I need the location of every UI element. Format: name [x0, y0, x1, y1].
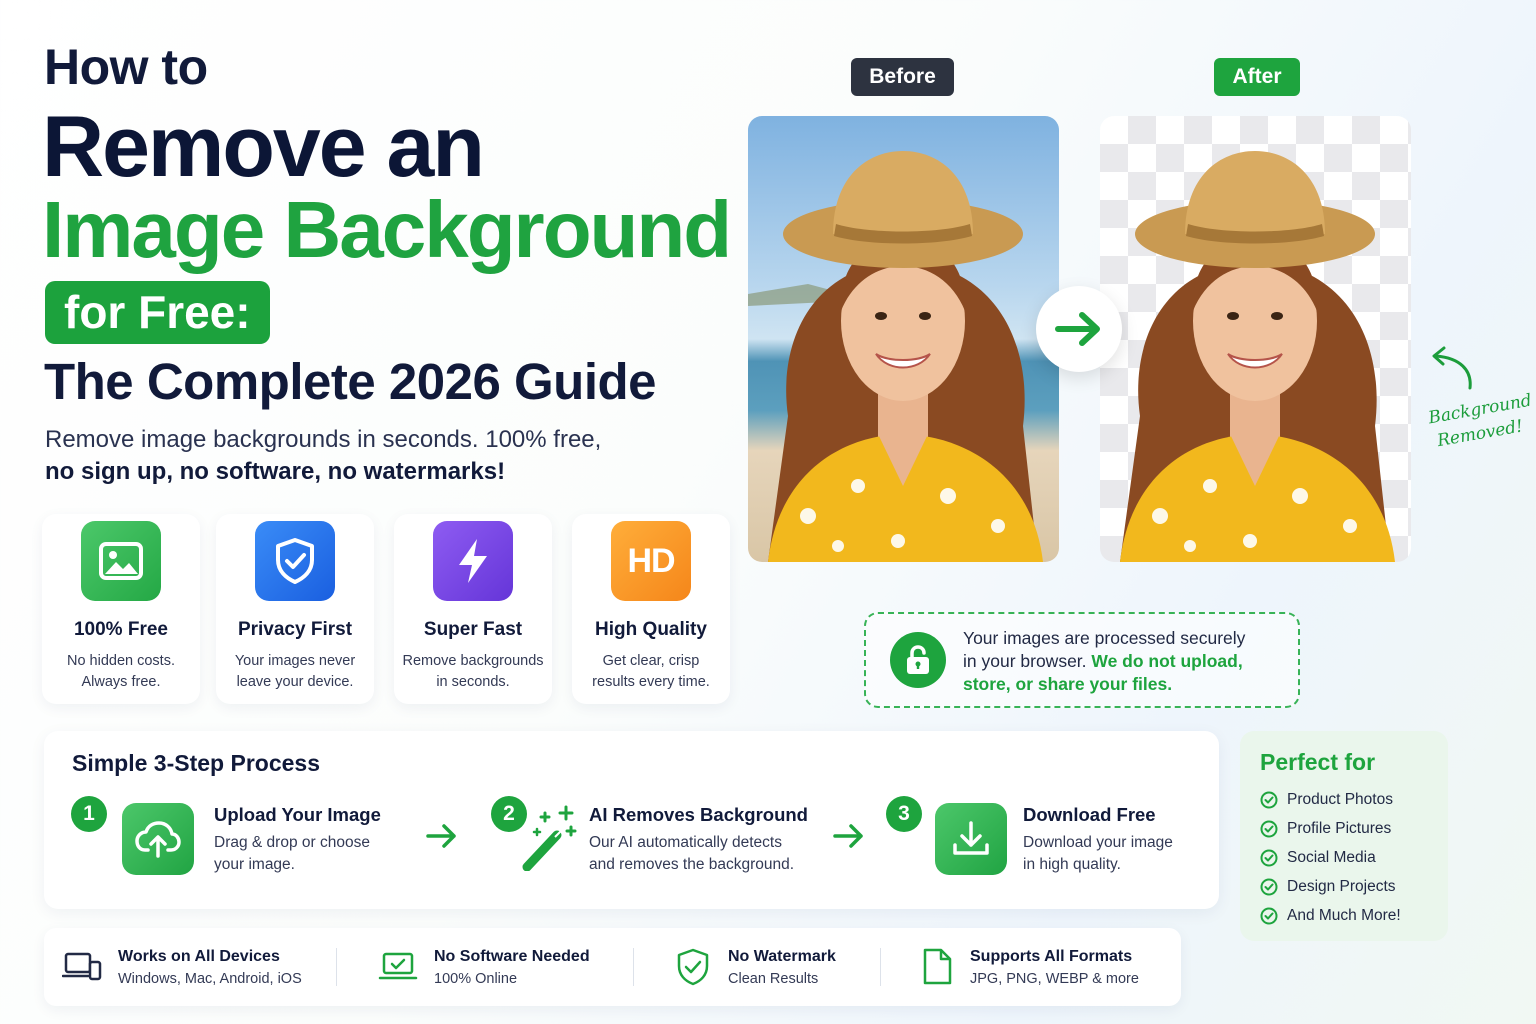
background-removed-annotation: Background Removed!	[1426, 390, 1534, 452]
list-item: Product Photos	[1260, 786, 1401, 815]
feature-card-privacy: Privacy First Your images never leave you…	[216, 514, 374, 704]
steps-panel: Simple 3-Step Process 1 Upload Your Imag…	[44, 731, 1219, 909]
feature-title: High Quality	[595, 619, 707, 640]
benefit-item: Works on All Devices Windows, Mac, Androi…	[62, 928, 302, 1006]
lightning-icon	[433, 521, 513, 601]
feature-desc: Remove backgrounds in seconds.	[402, 653, 544, 690]
check-circle-icon	[1260, 820, 1278, 838]
arrow-right-icon	[833, 824, 863, 848]
step-title: AI Removes Background	[589, 804, 808, 825]
perfect-for-title: Perfect for	[1260, 749, 1376, 775]
step-desc: Drag & drop or choose your image.	[214, 834, 370, 873]
headline-line-5: The Complete 2026 Guide	[44, 353, 657, 410]
headline-line-3: Image Background	[42, 185, 732, 274]
steps-title: Simple 3-Step Process	[72, 750, 320, 776]
list-item: And Much More!	[1260, 901, 1401, 930]
secure-note: Your images are processed securely in yo…	[864, 612, 1300, 708]
headline-line-1: How to	[44, 39, 208, 95]
perfect-for-list: Product Photos Profile Pictures Social M…	[1260, 786, 1401, 930]
feature-desc: No hidden costs. Always free.	[66, 653, 175, 690]
feature-desc: Get clear, crisp results every time.	[592, 653, 710, 690]
file-icon	[923, 948, 952, 985]
step-title: Download Free	[1023, 804, 1156, 825]
shield-check-icon	[255, 521, 335, 601]
arrow-right-icon	[1036, 286, 1122, 372]
list-item: Design Projects	[1260, 872, 1401, 901]
perfect-for-panel: Perfect for Product Photos Profile Pictu…	[1240, 731, 1448, 941]
download-icon	[935, 803, 1007, 875]
hd-icon: HD	[611, 521, 691, 601]
list-item: Profile Pictures	[1260, 815, 1401, 844]
shield-check-icon	[677, 948, 709, 986]
after-photo	[1100, 116, 1411, 562]
feature-title: Privacy First	[237, 619, 353, 640]
devices-icon	[62, 952, 102, 981]
benefits-bar: Works on All Devices Windows, Mac, Androi…	[44, 928, 1181, 1006]
headline-line-2: Remove an	[42, 99, 485, 195]
check-circle-icon	[1260, 849, 1278, 867]
laptop-check-icon	[378, 952, 418, 980]
secure-note-text: Your images are processed securely in yo…	[963, 628, 1246, 694]
benefit-item: No Software Needed 100% Online	[378, 928, 590, 1006]
headline-free-badge: for Free:	[45, 281, 270, 344]
curved-arrow-icon	[1432, 346, 1472, 390]
image-icon	[81, 521, 161, 601]
feature-card-free: 100% Free No hidden costs. Always free.	[42, 514, 200, 704]
step-desc: Our AI automatically detects and removes …	[589, 834, 795, 873]
benefit-item: Supports All Formats JPG, PNG, WEBP & mor…	[920, 928, 1139, 1006]
before-label: Before	[851, 58, 954, 96]
step-title: Upload Your Image	[214, 804, 381, 825]
feature-title: Super Fast	[423, 619, 523, 640]
list-item: Social Media	[1260, 844, 1401, 873]
cloud-upload-icon	[122, 803, 194, 875]
check-circle-icon	[1260, 878, 1278, 896]
step-desc: Download your image in high quality.	[1023, 834, 1173, 873]
check-circle-icon	[1260, 791, 1278, 809]
step-number: 3	[886, 796, 922, 832]
feature-card-fast: Super Fast Remove backgrounds in seconds.	[394, 514, 552, 704]
lock-icon	[890, 632, 946, 688]
arrow-right-icon	[426, 824, 456, 848]
before-photo	[748, 116, 1059, 562]
magic-wand-icon	[522, 805, 577, 871]
step-number: 1	[71, 796, 107, 832]
check-circle-icon	[1260, 907, 1278, 925]
subtitle-line-2: no sign up, no software, no watermarks!	[45, 458, 506, 485]
benefit-item: No Watermark Clean Results	[674, 928, 836, 1006]
feature-title: 100% Free	[73, 619, 168, 640]
after-label: After	[1214, 58, 1300, 96]
feature-desc: Your images never leave your device.	[234, 653, 356, 690]
subtitle-line-1: Remove image backgrounds in seconds. 100…	[45, 426, 602, 453]
feature-card-quality: HD High Quality Get clear, crisp results …	[572, 514, 730, 704]
